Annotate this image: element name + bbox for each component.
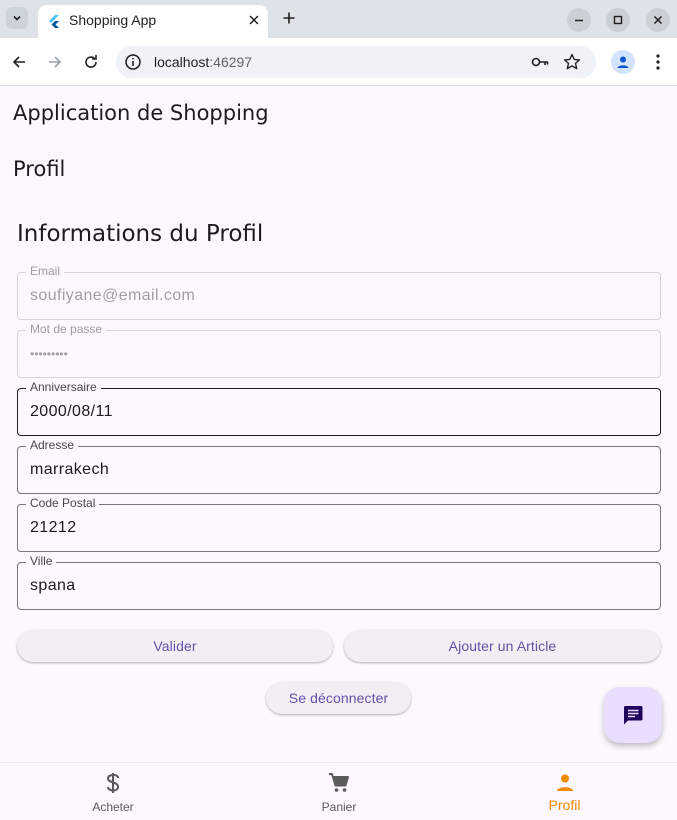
- address-bar[interactable]: localhost:46297: [116, 46, 596, 78]
- url-text[interactable]: localhost:46297: [154, 54, 252, 70]
- nav-item-profil[interactable]: Profil: [452, 763, 677, 820]
- address-label: Adresse: [26, 437, 79, 453]
- password-key-button[interactable]: [530, 52, 550, 72]
- maximize-button[interactable]: [606, 8, 630, 32]
- person-icon: [553, 771, 577, 795]
- browser-tab[interactable]: Shopping App: [38, 5, 268, 38]
- postal-code-label: Code Postal: [26, 495, 100, 511]
- postal-code-value: 21212: [30, 519, 77, 536]
- bookmark-button[interactable]: [562, 52, 582, 72]
- window-close-button[interactable]: [646, 8, 670, 32]
- nav-label-acheter: Acheter: [92, 800, 134, 814]
- flutter-icon: [49, 15, 59, 28]
- minimize-button[interactable]: [567, 8, 591, 32]
- info-icon[interactable]: [124, 53, 142, 71]
- nav-item-acheter[interactable]: Acheter: [0, 763, 226, 820]
- app-title: Application de Shopping: [13, 101, 269, 125]
- nav-item-panier[interactable]: Panier: [226, 763, 452, 820]
- address-value: marrakech: [30, 461, 110, 478]
- city-label: Ville: [26, 553, 57, 569]
- city-field[interactable]: Ville spana: [17, 553, 661, 610]
- cart-icon: [327, 771, 351, 795]
- new-tab-button[interactable]: [278, 7, 300, 29]
- reload-button[interactable]: [79, 50, 103, 74]
- star-icon: [563, 53, 581, 70]
- browser-menu-button[interactable]: [648, 50, 668, 74]
- address-field[interactable]: Adresse marrakech: [17, 437, 661, 494]
- city-value: spana: [30, 577, 76, 594]
- back-button[interactable]: [7, 50, 31, 74]
- email-field: Email soufiyane@email.com: [17, 263, 661, 320]
- password-field: Mot de passe •••••••••: [17, 321, 661, 378]
- more-vert-icon: [656, 54, 660, 70]
- chat-icon: [623, 706, 643, 725]
- postal-code-field[interactable]: Code Postal 21212: [17, 495, 661, 552]
- arrow-left-icon: [12, 56, 25, 68]
- reload-icon: [85, 55, 97, 68]
- page-title: Profil: [13, 157, 66, 181]
- birthday-value: 2000/08/11: [30, 403, 113, 420]
- chevron-down-icon: [13, 15, 21, 21]
- password-value: •••••••••: [30, 347, 68, 361]
- minimize-icon: [575, 19, 583, 22]
- password-label: Mot de passe: [26, 321, 107, 337]
- birthday-label: Anniversaire: [26, 379, 101, 395]
- dollar-icon: [101, 771, 125, 795]
- forward-button[interactable]: [43, 50, 67, 74]
- email-label: Email: [26, 263, 65, 279]
- tab-close-button[interactable]: [245, 11, 263, 29]
- validate-button[interactable]: Valider: [17, 630, 333, 662]
- logout-button[interactable]: Se déconnecter: [266, 682, 411, 714]
- url-host: localhost: [154, 54, 210, 70]
- maximize-icon: [613, 15, 623, 25]
- chat-fab[interactable]: [604, 687, 662, 743]
- tab-title: Shopping App: [69, 12, 157, 28]
- birthday-field[interactable]: Anniversaire 2000/08/11: [17, 379, 661, 436]
- bottom-navigation: Acheter Panier Profil: [0, 762, 677, 820]
- section-title: Informations du Profil: [17, 221, 264, 247]
- add-article-button[interactable]: Ajouter un Article: [344, 630, 661, 662]
- tab-search-button[interactable]: [6, 7, 28, 29]
- plus-icon: [283, 12, 295, 24]
- close-icon: [249, 15, 259, 25]
- url-port: :46297: [209, 54, 253, 70]
- account-icon: [617, 56, 629, 68]
- key-icon: [531, 57, 549, 67]
- profile-button[interactable]: [611, 50, 635, 74]
- nav-label-panier: Panier: [321, 800, 357, 814]
- browser-tabstrip: Shopping App: [0, 0, 677, 38]
- nav-label-profil: Profil: [548, 797, 581, 813]
- arrow-right-icon: [49, 56, 62, 68]
- close-icon: [653, 15, 663, 25]
- browser-toolbar: localhost:46297: [0, 38, 677, 86]
- email-value: soufiyane@email.com: [30, 287, 196, 304]
